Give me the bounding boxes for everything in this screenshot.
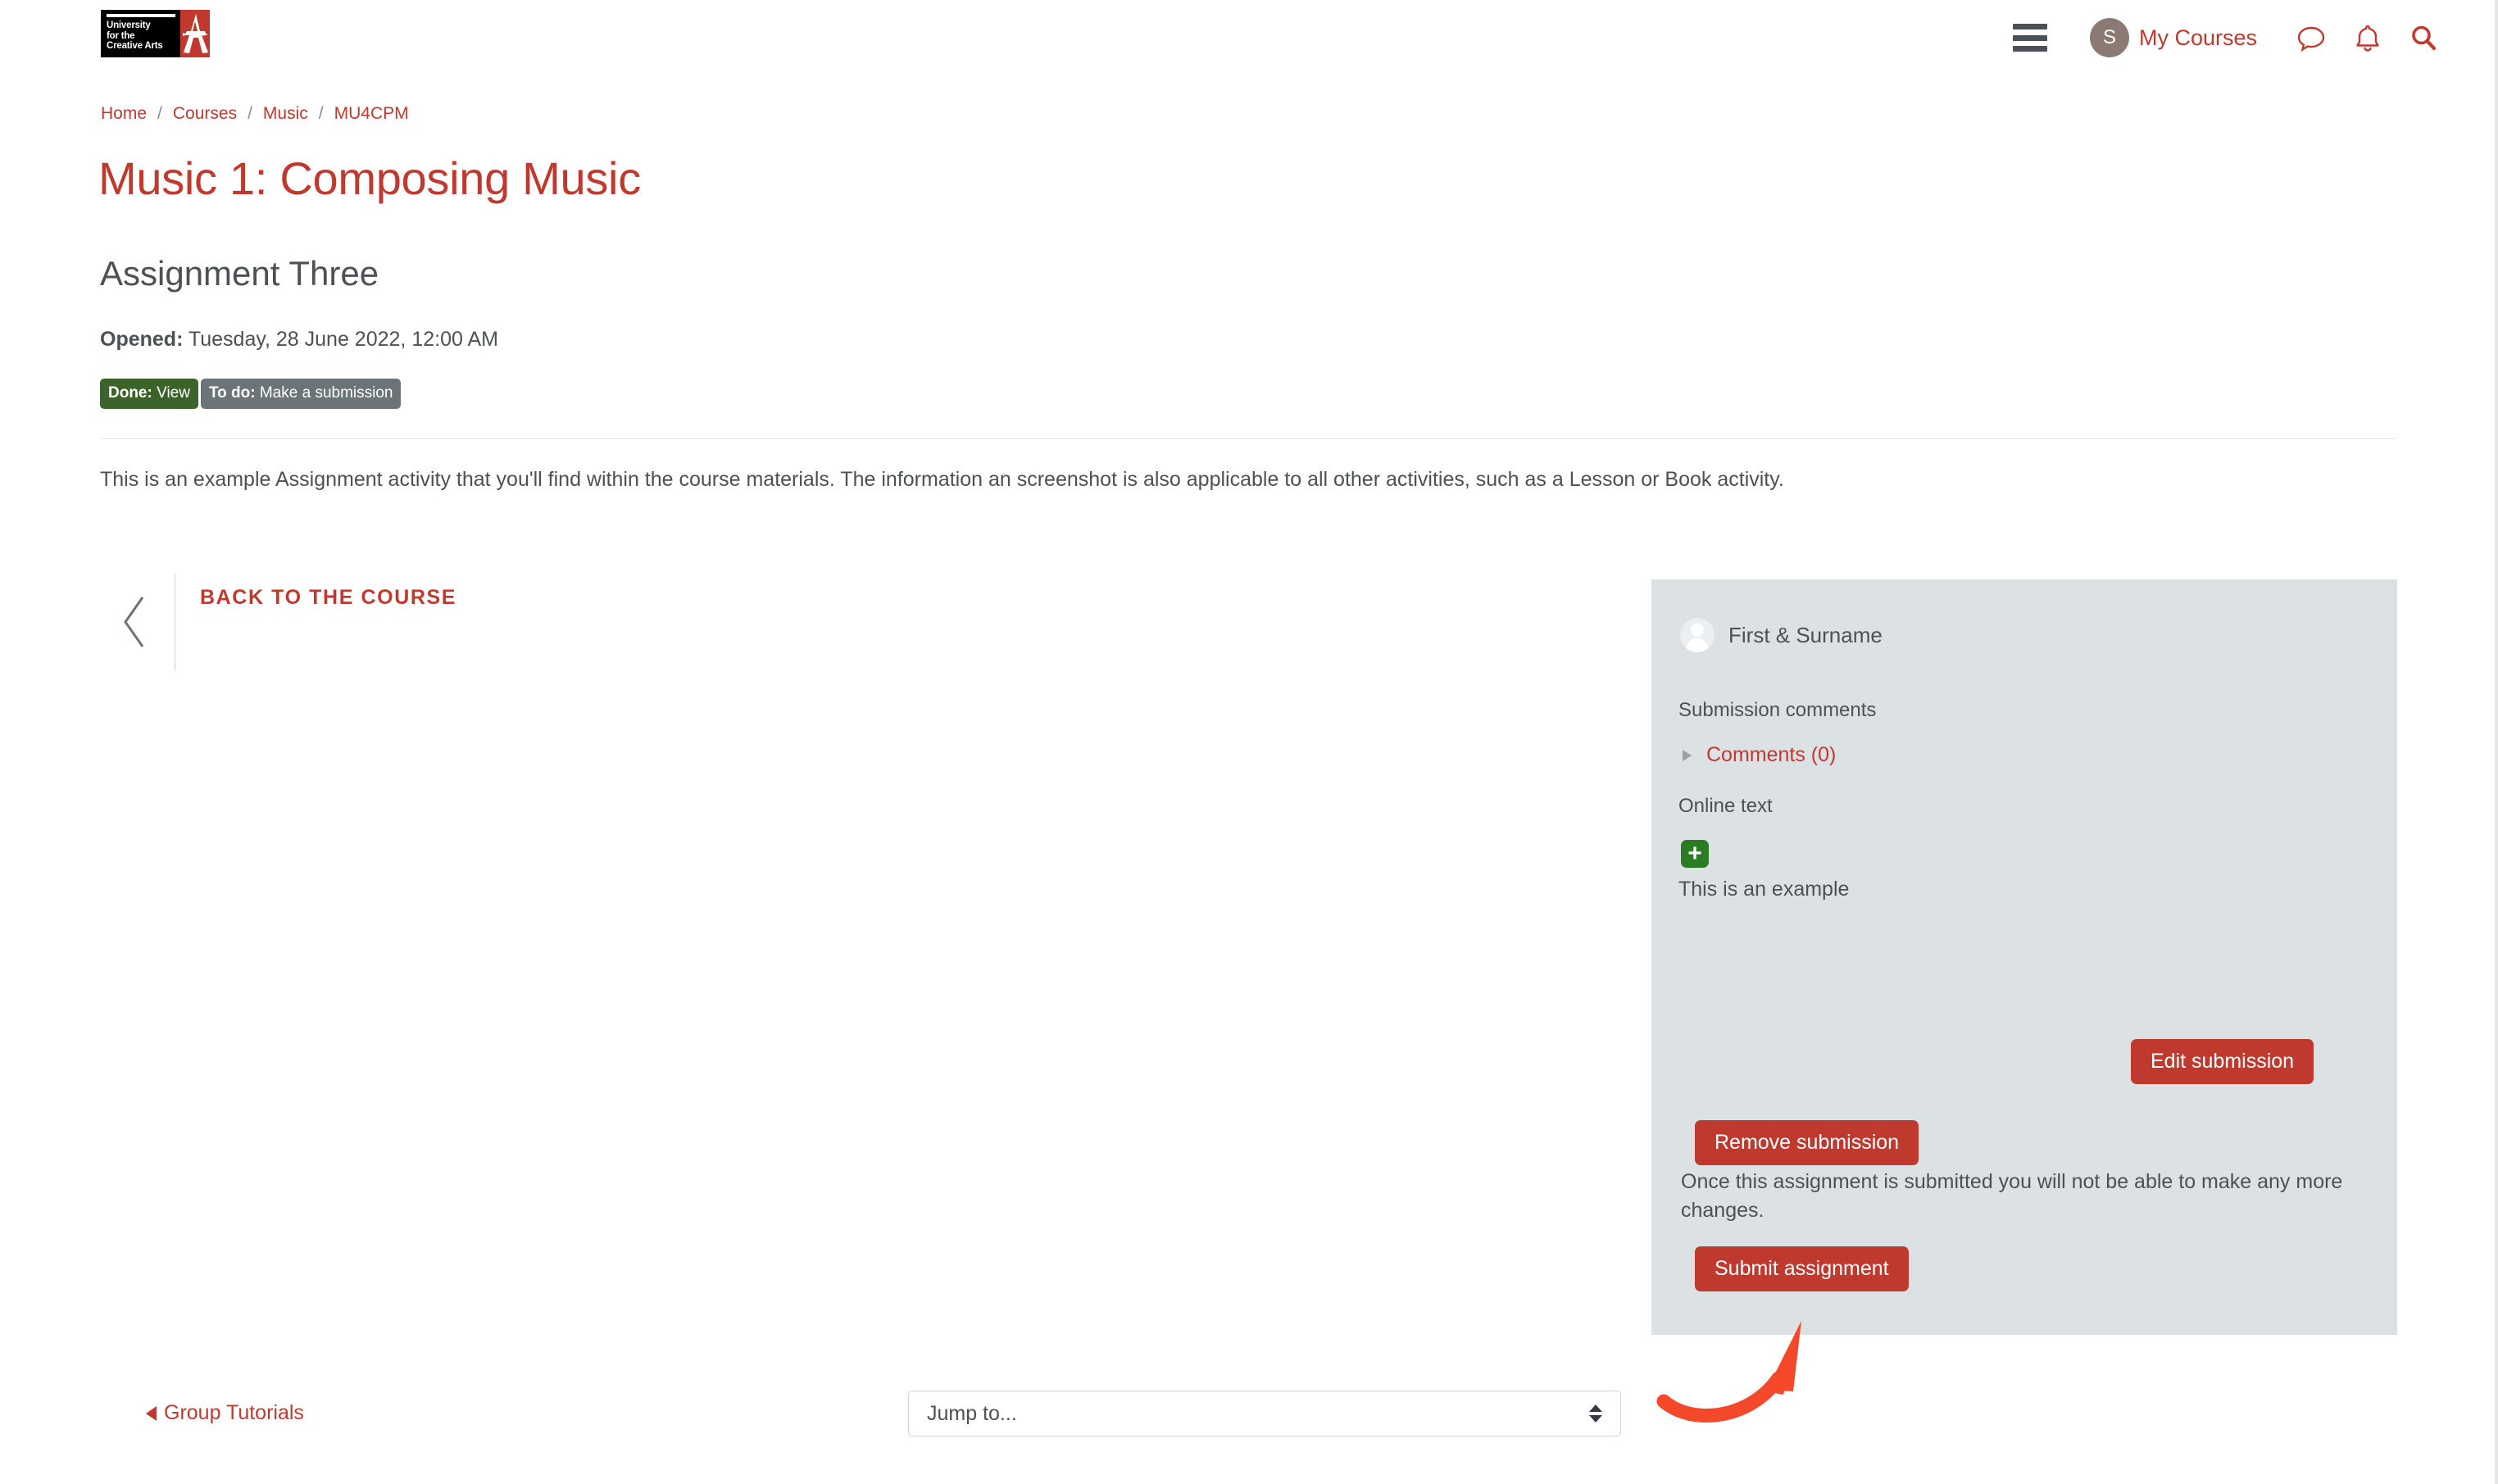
breadcrumb-separator: /: [318, 104, 324, 123]
breadcrumb: Home / Courses / Music / MU4CPM: [101, 104, 409, 124]
select-updown-icon: [1589, 1405, 1602, 1423]
page-title: Music 1: Composing Music: [98, 152, 641, 204]
breadcrumb-item-music[interactable]: Music: [263, 104, 308, 124]
remove-submission-button[interactable]: Remove submission: [1695, 1120, 1919, 1165]
bell-icon[interactable]: [2354, 23, 2382, 52]
previous-activity-label: Group Tutorials: [164, 1401, 304, 1424]
divider: [101, 438, 2396, 439]
plus-icon[interactable]: +: [1681, 840, 1709, 868]
completion-badges: Done: View To do: Make a submission: [100, 379, 402, 409]
badge-todo-prefix: To do:: [208, 384, 256, 402]
logo-line-1: University: [107, 20, 151, 30]
submission-comments-label: Submission comments: [1678, 699, 1877, 721]
activity-intro: This is an example Assignment activity t…: [100, 468, 1784, 491]
submission-user: First & Surname: [1680, 618, 1883, 652]
avatar[interactable]: S: [2089, 18, 2129, 57]
submit-assignment-button[interactable]: Submit assignment: [1695, 1246, 1909, 1291]
user-avatar-icon: [1680, 618, 1715, 652]
breadcrumb-separator: /: [157, 104, 162, 123]
header-actions: S My Courses: [2012, 0, 2437, 75]
breadcrumb-item-courses[interactable]: Courses: [173, 104, 237, 124]
opened-label: Opened:: [100, 328, 184, 351]
my-courses-link[interactable]: My Courses: [2139, 25, 2257, 51]
back-to-course-link[interactable]: BACK TO THE COURSE: [200, 574, 456, 670]
site-header: University for the Creative Arts S My Co…: [0, 0, 2495, 75]
breadcrumb-item-mu4cpm[interactable]: MU4CPM: [334, 104, 409, 124]
logo-line-2: for the: [107, 30, 135, 41]
logo-bar: [107, 14, 175, 17]
status-badge-done: Done: View: [100, 379, 198, 409]
activity-title: Assignment Three: [100, 254, 379, 293]
jump-to-placeholder: Jump to...: [927, 1401, 1017, 1425]
triangle-right-icon: [1683, 749, 1692, 761]
badge-done-prefix: Done:: [108, 384, 152, 402]
search-icon[interactable]: [2409, 24, 2437, 52]
user-name: First & Surname: [1728, 622, 1883, 647]
logo-line-3: Creative Arts: [107, 41, 163, 51]
triangle-left-icon: [146, 1405, 157, 1421]
hamburger-menu-icon[interactable]: [2012, 24, 2047, 52]
opened-value: Tuesday, 28 June 2022, 12:00 AM: [188, 328, 498, 351]
site-logo[interactable]: University for the Creative Arts: [101, 10, 210, 57]
edit-submission-button[interactable]: Edit submission: [2131, 1039, 2314, 1084]
online-text-content: This is an example: [1678, 878, 1850, 901]
opened-date: Opened: Tuesday, 28 June 2022, 12:00 AM: [100, 328, 498, 352]
back-to-course-block[interactable]: BACK TO THE COURSE: [111, 574, 456, 670]
comments-toggle[interactable]: Comments (0): [1683, 743, 1836, 767]
submit-warning-text: Once this assignment is submitted you wi…: [1681, 1170, 2343, 1222]
badge-done-text: View: [157, 384, 190, 402]
page-root: University for the Creative Arts S My Co…: [0, 0, 2498, 1484]
jump-to-select[interactable]: Jump to...: [908, 1391, 1621, 1436]
badge-todo-text: Make a submission: [259, 384, 393, 402]
comments-link[interactable]: Comments (0): [1706, 743, 1836, 767]
logo-a-mark-icon: [180, 10, 210, 57]
chevron-left-icon[interactable]: [111, 574, 160, 670]
status-badge-todo: To do: Make a submission: [200, 379, 402, 409]
speech-bubble-icon[interactable]: [2296, 23, 2326, 52]
breadcrumb-item-home[interactable]: Home: [101, 104, 147, 124]
breadcrumb-separator: /: [248, 104, 252, 123]
previous-activity-link[interactable]: Group Tutorials: [146, 1401, 304, 1425]
online-text-label: Online text: [1678, 795, 1773, 817]
logo-wordmark: University for the Creative Arts: [101, 10, 180, 57]
